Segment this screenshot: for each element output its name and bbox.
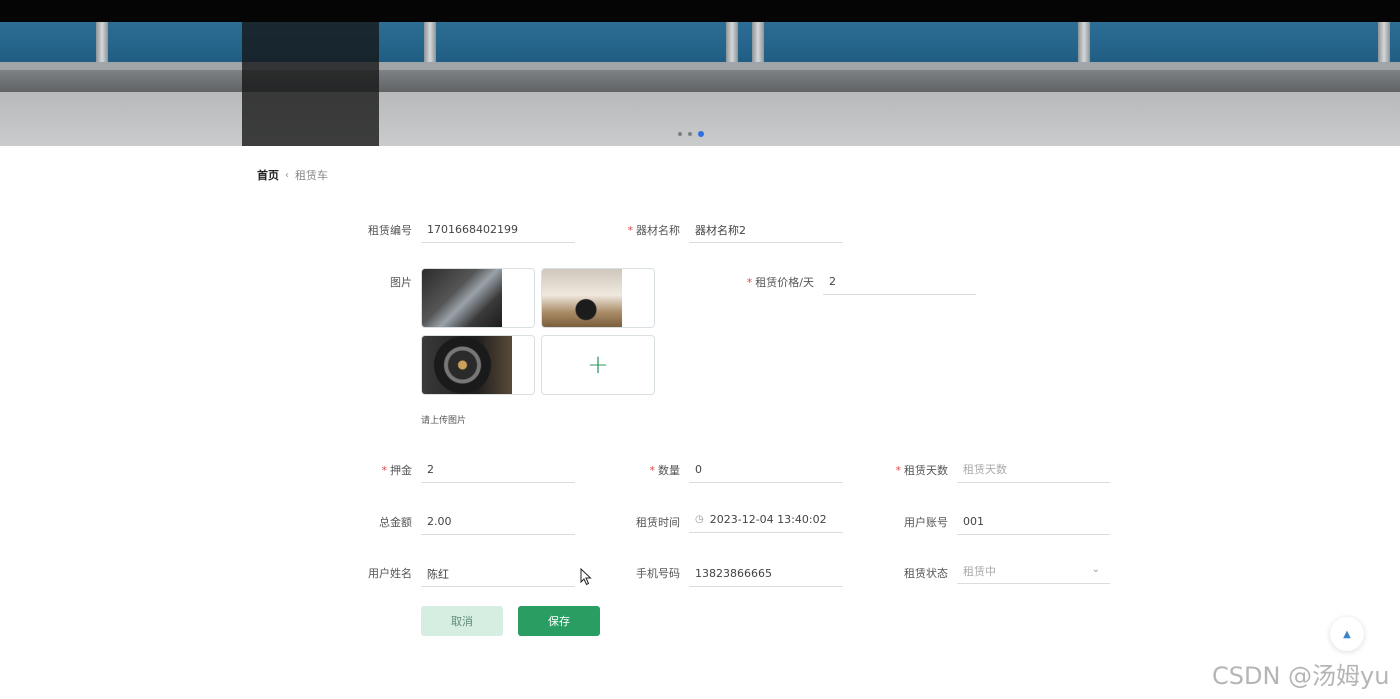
price-input[interactable] [829,275,976,288]
top-bar [0,0,1400,22]
image-thumb-2[interactable] [541,268,655,328]
plus-icon: + [587,350,609,380]
user-name-field[interactable] [421,561,575,587]
user-name-label-text: 用户姓名 [368,567,412,580]
quantity-input[interactable] [695,463,843,476]
phone-field[interactable] [689,561,843,587]
rent-time-value: 2023-12-04 13:40:02 [709,513,827,526]
carousel-dot-1[interactable] [678,132,682,136]
image-thumb-3[interactable] [421,335,535,395]
watermark: CSDN @汤姆yu [1212,662,1390,690]
status-label: 租赁状态 [838,565,948,581]
image-thumb-1[interactable] [421,268,535,328]
camera-rig-image [422,269,502,327]
image-upload-button[interactable]: + [541,335,655,395]
rental-no-label-text: 租赁编号 [368,224,412,237]
equip-name-label-text: 器材名称 [636,224,680,237]
user-account-label-text: 用户账号 [904,516,948,529]
image-label: 图片 [302,274,412,290]
banner-carousel[interactable] [0,22,1400,146]
banner-rail [1078,22,1090,66]
required-mark: * [627,224,634,237]
days-label: * 租赁天数 [838,462,949,478]
required-mark: * [649,464,656,477]
total-label-text: 总金额 [379,516,412,529]
banner-wall [0,22,1400,66]
price-field[interactable] [823,269,976,295]
phone-input[interactable] [695,567,843,580]
quantity-field[interactable] [689,457,843,483]
user-account-label: 用户账号 [838,514,948,530]
status-select[interactable]: 租赁中 ⌄ [957,558,1110,584]
quantity-label: * 数量 [570,462,681,478]
user-account-field[interactable] [957,509,1110,535]
status-value: 租赁中 [963,564,996,578]
image-upload-hint: 请上传图片 [421,416,467,426]
status-label-text: 租赁状态 [904,567,948,580]
cancel-button[interactable]: 取消 [421,606,503,636]
breadcrumb-current: 租赁车 [295,169,328,182]
rental-no-field[interactable] [421,217,575,243]
banner-shadow [242,22,379,146]
days-field[interactable] [957,457,1110,483]
deposit-field[interactable] [421,457,575,483]
save-button[interactable]: 保存 [518,606,600,636]
carousel-indicators [678,131,704,137]
banner-rail [726,22,738,66]
deposit-label-text: 押金 [390,464,412,477]
banner-road [0,92,1400,146]
banner-curb [0,70,1400,92]
deposit-label: * 押金 [302,462,413,478]
banner-rail [96,22,108,66]
back-to-top-button[interactable]: ▲ [1330,617,1364,651]
breadcrumb: 首页 ‹ 租赁车 [257,167,328,183]
image-label-text: 图片 [390,276,412,289]
banner-rail [1378,22,1390,66]
rental-no-input[interactable] [427,223,575,236]
studio-image [542,269,622,327]
equip-name-field[interactable] [689,217,843,243]
days-input[interactable] [963,463,1110,476]
rent-time-label: 租赁时间 [570,514,680,530]
user-account-input[interactable] [963,515,1110,528]
rent-time-field[interactable]: ◷ 2023-12-04 13:40:02 [689,507,843,533]
price-label: * 租赁价格/天 [704,274,814,290]
required-mark: * [381,464,388,477]
price-label-text: 租赁价格/天 [755,276,814,289]
carousel-dot-3-active[interactable] [698,131,704,137]
banner-rail [752,22,764,66]
equip-name-label: * 器材名称 [570,222,681,238]
total-field[interactable] [421,509,575,535]
total-label: 总金额 [302,514,412,530]
banner-ledge [0,62,1400,70]
user-name-input[interactable] [427,567,575,580]
phone-label-text: 手机号码 [636,567,680,580]
equip-name-input[interactable] [695,223,843,236]
quantity-label-text: 数量 [658,464,680,477]
user-name-label: 用户姓名 [302,565,412,581]
breadcrumb-separator: ‹ [285,169,289,181]
total-input[interactable] [427,515,575,528]
carousel-dot-2[interactable] [688,132,692,136]
required-mark: * [895,464,902,477]
banner-rail [424,22,436,66]
lens-image [422,336,512,394]
chevron-down-icon: ⌄ [1091,564,1100,575]
breadcrumb-home[interactable]: 首页 [257,167,279,183]
required-mark: * [746,276,753,289]
rental-no-label: 租赁编号 [302,222,412,238]
caret-up-icon: ▲ [1343,628,1351,640]
deposit-input[interactable] [427,463,575,476]
mouse-cursor-icon [580,567,592,590]
rent-time-label-text: 租赁时间 [636,516,680,529]
clock-icon: ◷ [695,514,704,525]
days-label-text: 租赁天数 [904,464,948,477]
